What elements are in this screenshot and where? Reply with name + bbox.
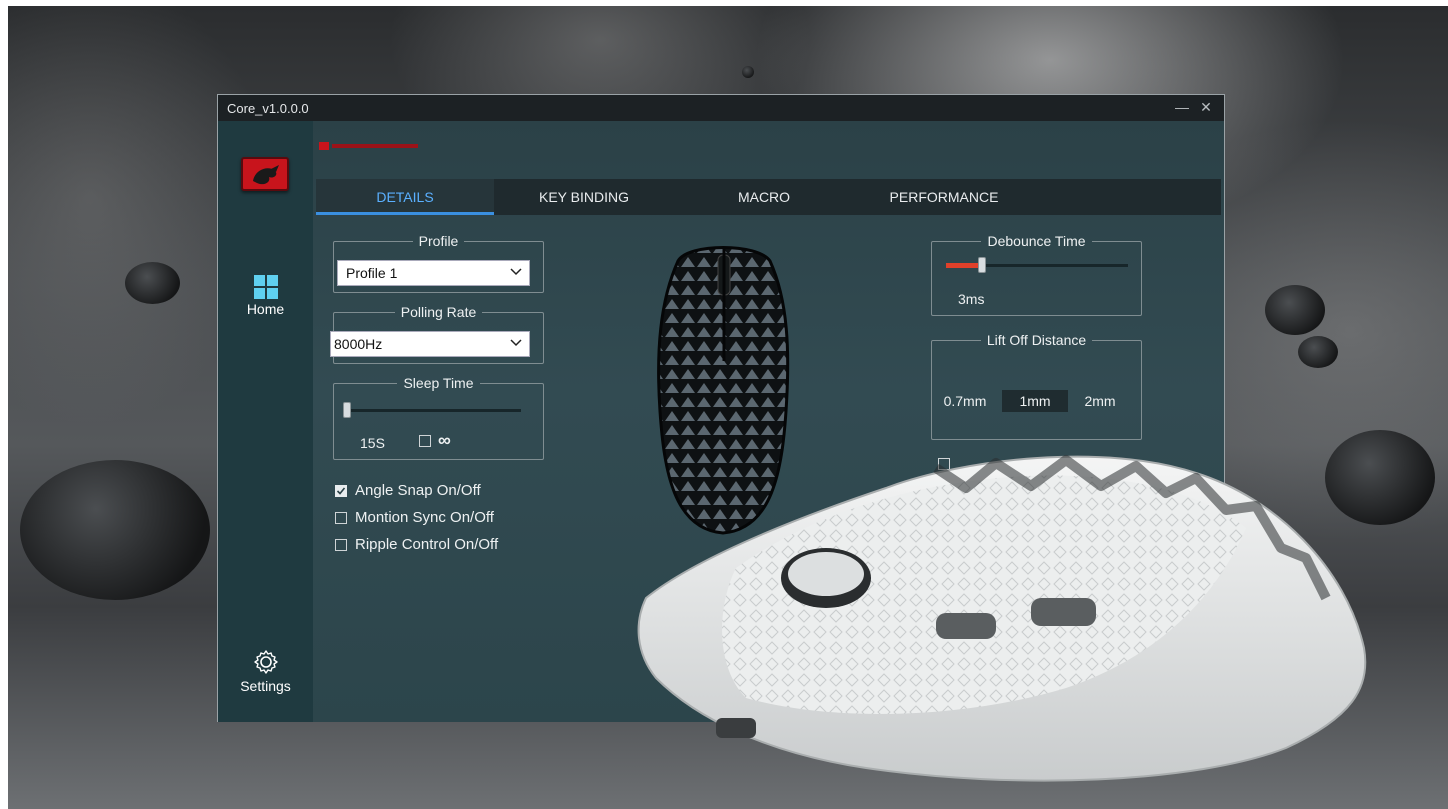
angle-snap-label: Angle Snap On/Off — [355, 482, 481, 499]
sidebar-item-home[interactable]: Home — [218, 275, 313, 317]
sleep-time-slider-thumb[interactable] — [343, 402, 351, 418]
sidebar-item-label: Settings — [240, 678, 291, 694]
wallpaper-rock — [742, 66, 754, 78]
gear-icon — [253, 650, 278, 674]
debounce-value: 3ms — [958, 291, 985, 307]
tab-performance[interactable]: PERFORMANCE — [854, 179, 1034, 215]
tab-macro[interactable]: MACRO — [674, 179, 854, 215]
motion-sync-toggle[interactable]: Montion Sync On/Off — [335, 508, 535, 528]
infinity-symbol: ∞ — [438, 430, 451, 450]
wallpaper-rock — [20, 460, 210, 600]
dragon-logo-icon — [253, 165, 279, 185]
brand-wordmark-logo — [319, 142, 418, 150]
debounce-slider-fill — [946, 263, 982, 268]
lift-off-option-2mm[interactable]: 2mm — [1074, 390, 1126, 412]
sleep-time-value: 15S — [360, 435, 385, 451]
polling-rate-select[interactable]: 8000Hz — [330, 331, 530, 357]
tab-bar: DETAILS KEY BINDING MACRO PERFORMANCE — [316, 179, 1221, 215]
profile-select[interactable]: Profile 1 — [337, 260, 530, 286]
angle-snap-toggle[interactable]: Angle Snap On/Off — [335, 481, 535, 501]
brand-logo — [241, 157, 289, 191]
sleep-time-legend: Sleep Time — [403, 375, 474, 391]
tab-details[interactable]: DETAILS — [316, 179, 494, 215]
chevron-down-icon — [510, 339, 522, 347]
minimize-button[interactable]: — — [1173, 98, 1191, 116]
close-button[interactable]: ✕ — [1197, 98, 1215, 116]
white-mouse-artwork — [637, 455, 1367, 782]
tab-key-binding[interactable]: KEY BINDING — [494, 179, 674, 215]
chevron-down-icon — [510, 268, 522, 276]
polling-rate-legend: Polling Rate — [400, 304, 477, 320]
debounce-time-legend: Debounce Time — [987, 233, 1086, 249]
ripple-control-toggle[interactable]: Ripple Control On/Off — [335, 535, 535, 555]
sleep-infinity-checkbox[interactable] — [419, 435, 431, 447]
lift-off-distance-group: Lift Off Distance 0.7mm 1mm 2mm — [931, 332, 1142, 440]
title-bar[interactable]: Core_v1.0.0.0 — ✕ — [218, 95, 1224, 121]
wallpaper-rock — [1265, 285, 1325, 335]
sidebar-item-settings[interactable]: Settings — [218, 649, 313, 694]
lift-off-distance-legend: Lift Off Distance — [986, 332, 1087, 348]
motion-sync-label: Montion Sync On/Off — [355, 509, 494, 526]
angle-snap-checkbox[interactable] — [335, 485, 347, 497]
ripple-control-label: Ripple Control On/Off — [355, 536, 499, 553]
profile-select-value: Profile 1 — [346, 265, 398, 281]
wallpaper-rock — [1298, 336, 1338, 368]
motion-sync-checkbox[interactable] — [335, 512, 347, 524]
sidebar-item-label: Home — [246, 301, 285, 317]
ripple-control-checkbox[interactable] — [335, 539, 347, 551]
polling-rate-select-value: 8000Hz — [334, 336, 383, 352]
checkmark-icon — [336, 487, 346, 495]
sidebar: Home Settings — [218, 121, 313, 722]
home-grid-icon — [253, 275, 278, 299]
profile-legend: Profile — [418, 233, 459, 249]
screen-border — [0, 0, 1448, 6]
screen-border — [0, 0, 8, 809]
lift-off-option-0-7mm[interactable]: 0.7mm — [938, 390, 992, 412]
debounce-slider-thumb[interactable] — [978, 257, 986, 273]
sleep-time-slider-track[interactable] — [343, 409, 521, 412]
window-title: Core_v1.0.0.0 — [227, 101, 309, 116]
wallpaper-rock — [125, 262, 180, 304]
lift-off-option-1mm[interactable]: 1mm — [1002, 390, 1068, 412]
